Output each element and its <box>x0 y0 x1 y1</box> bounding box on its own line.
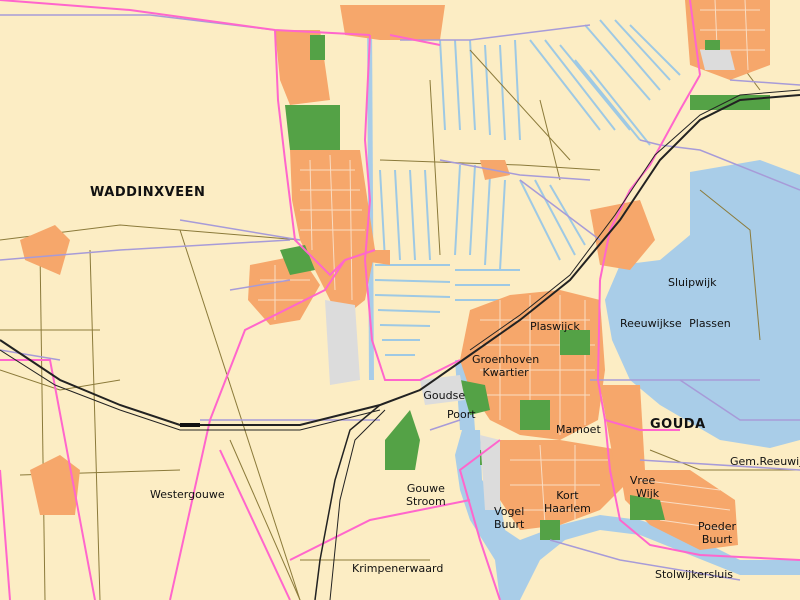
label-groenhoven-kwartier: Groenhoven Kwartier <box>472 353 539 379</box>
label-poeder-line1: Poeder <box>698 520 737 533</box>
label-vree-line1: Vree <box>629 474 656 487</box>
label-poeder-buurt: Poeder Buurt <box>698 520 736 546</box>
label-gouda: GOUDA <box>650 417 706 432</box>
label-gouwe-stroom: Gouwe Stroom <box>406 482 446 508</box>
label-goudse-line1: Goudse <box>423 389 466 402</box>
label-goudse-poort: Goudse Poort <box>413 389 476 421</box>
label-waddinxveen: WADDINXVEEN <box>90 185 206 200</box>
label-gouwe-line1: Gouwe <box>406 482 445 495</box>
map-canvas[interactable]: WADDINXVEEN GOUDA Plaswijck Groenhoven K… <box>0 0 800 600</box>
label-stroom-line2: Stroom <box>406 495 446 508</box>
lake-west-block <box>605 265 660 300</box>
park-gouda-center <box>520 400 550 430</box>
label-kort-line1: Kort <box>556 489 579 502</box>
label-vogel-buurt: Vogel Buurt <box>494 505 524 531</box>
label-haarlem-line2: Haarlem <box>544 502 591 515</box>
label-plaswijck: Plaswijck <box>530 320 580 333</box>
map-layer <box>0 0 800 600</box>
label-stolwijkersluis: Stolwijkersluis <box>655 568 734 581</box>
label-buurt-line2: Buurt <box>494 518 525 531</box>
label-gem-reeuwijk: Gem.Reeuwijk <box>730 455 800 468</box>
label-groenhoven-line1: Groenhoven <box>472 353 540 366</box>
park-waddinxveen <box>285 105 340 150</box>
spot-west-1 <box>20 225 70 275</box>
label-reeuwijkse-plassen: Reeuwijkse Plassen <box>620 317 731 330</box>
label-groenhoven-line2: Kwartier <box>482 366 529 379</box>
label-mamoet: Mamoet <box>556 423 601 436</box>
label-krimpenerwaard: Krimpenerwaard <box>352 562 444 575</box>
park-reeuwijk <box>690 95 770 110</box>
label-vree-wijk: Vree Wijk <box>626 474 659 500</box>
label-sluipwijk: Sluipwijk <box>668 276 717 289</box>
park-haarlem <box>540 520 560 540</box>
label-vogel-line1: Vogel <box>494 505 525 518</box>
label-poeder-buurt-line2: Buurt <box>701 533 733 546</box>
label-wijk-line2: Wijk <box>636 487 660 500</box>
label-westergouwe: Westergouwe <box>150 488 225 501</box>
label-poort-line2: Poort <box>447 408 476 421</box>
park-north <box>310 35 325 60</box>
park-gouda-ne <box>560 330 590 355</box>
label-kort-haarlem: Kort Haarlem <box>544 489 591 515</box>
